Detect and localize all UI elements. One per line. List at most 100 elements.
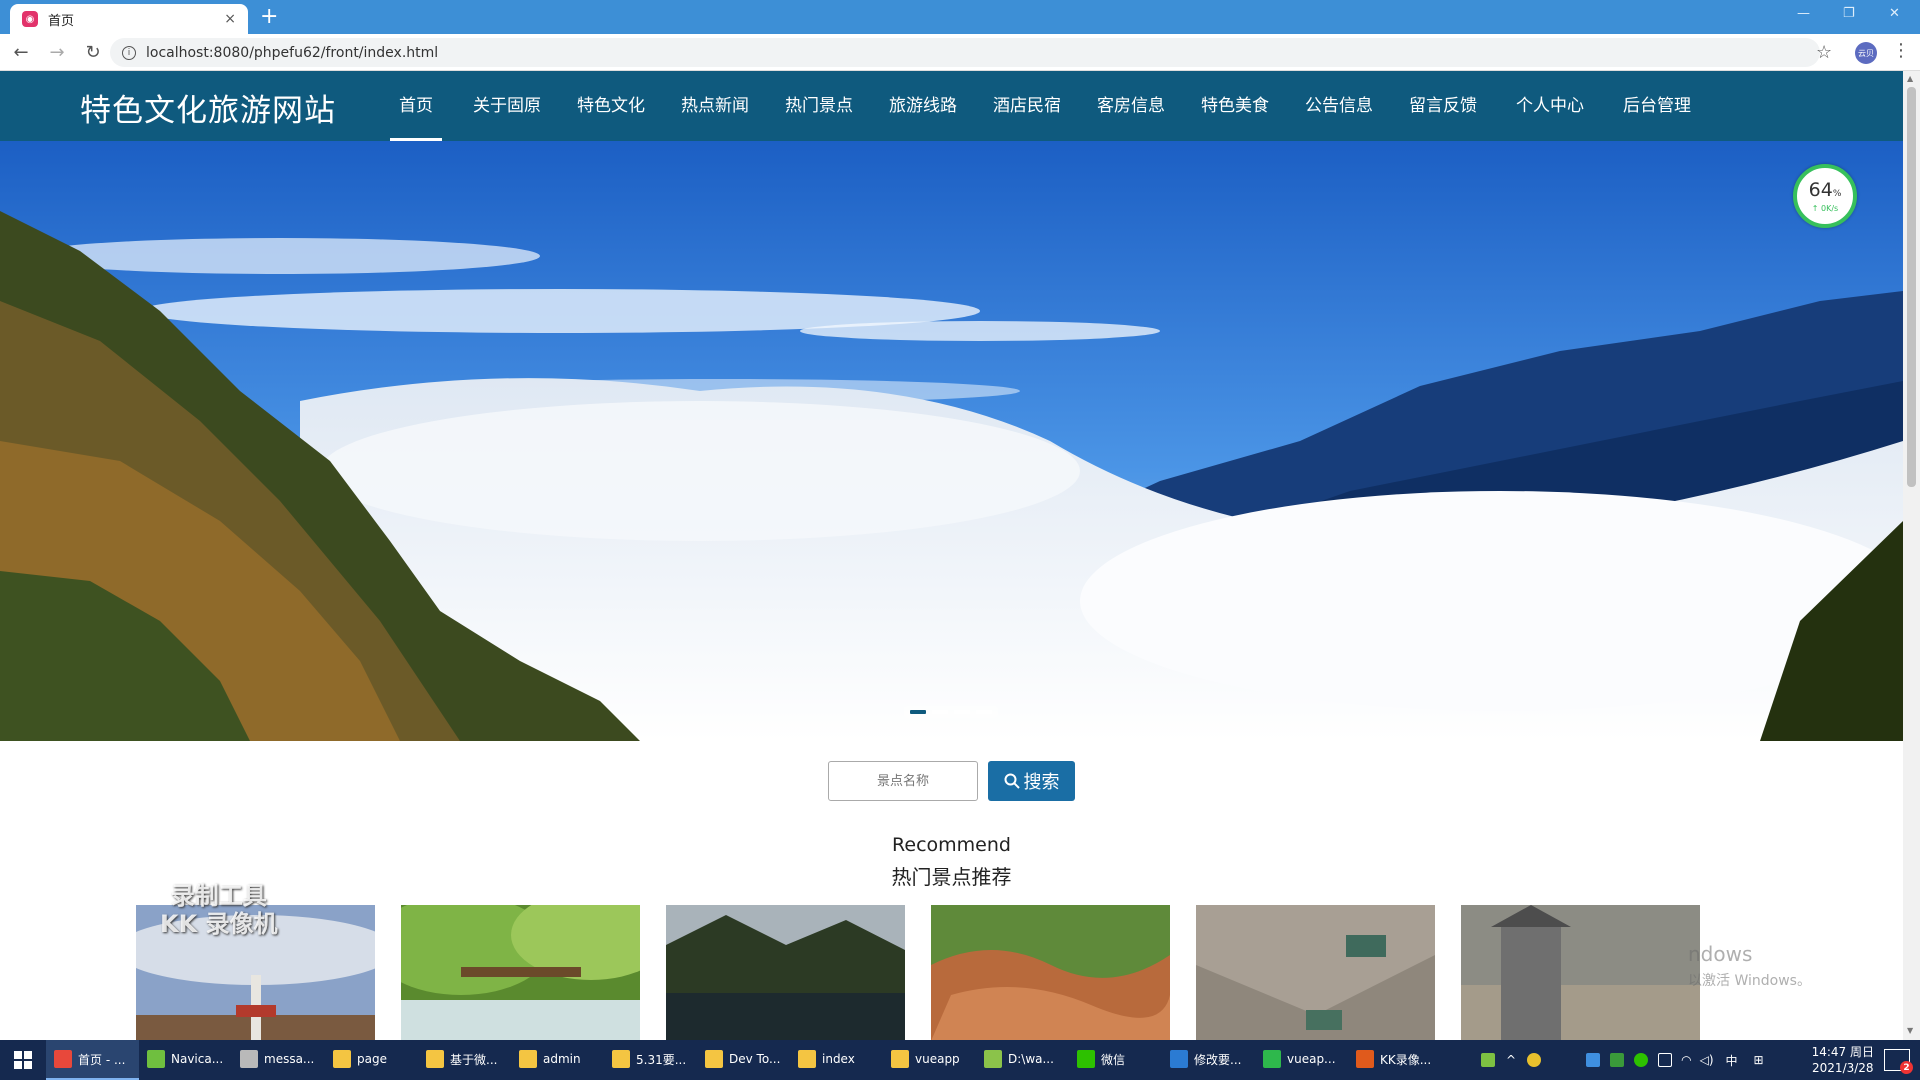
- taskbar-item[interactable]: index: [790, 1040, 883, 1080]
- search-button[interactable]: 搜索: [988, 761, 1075, 801]
- taskbar-item[interactable]: 基于微...: [418, 1040, 511, 1080]
- scroll-thumb[interactable]: [1907, 87, 1916, 487]
- battery-icon[interactable]: [1481, 1053, 1496, 1067]
- keyboard-icon[interactable]: ⊞: [1754, 1053, 1764, 1067]
- taskbar-item[interactable]: 修改要...: [1162, 1040, 1255, 1080]
- restore-button[interactable]: ❐: [1843, 6, 1855, 21]
- tray-app-icon[interactable]: [1610, 1053, 1625, 1067]
- folder-icon: [333, 1050, 351, 1068]
- taskbar-item[interactable]: KK录像...: [1348, 1040, 1441, 1080]
- taskbar-item[interactable]: 微信: [1069, 1040, 1162, 1080]
- nav-attractions[interactable]: 热门景点: [780, 71, 858, 141]
- taskbar-item-label: D:\wa...: [1008, 1052, 1054, 1066]
- banner-dot-2[interactable]: [932, 710, 948, 714]
- address-bar[interactable]: i localhost:8080/phpefu62/front/index.ht…: [110, 38, 1820, 67]
- new-tab-button[interactable]: +: [260, 5, 278, 29]
- attraction-image: [666, 905, 905, 1041]
- bookmark-star-icon[interactable]: ☆: [1816, 42, 1832, 63]
- attraction-card[interactable]: [401, 905, 640, 1041]
- taskbar-clock[interactable]: 14:47 周日 2021/3/28: [1812, 1044, 1874, 1076]
- banner-dot-3[interactable]: [954, 710, 970, 714]
- attraction-card[interactable]: [931, 905, 1170, 1041]
- browser-tab-strip: ◉ 首页 × + — ❐ ✕: [0, 0, 1920, 34]
- taskbar-item[interactable]: 首页 - ...: [46, 1040, 139, 1080]
- taskbar-item[interactable]: vueap...: [1255, 1040, 1348, 1080]
- chrome-icon: [54, 1050, 72, 1068]
- hero-banner-image[interactable]: [0, 141, 1903, 741]
- notification-center-icon[interactable]: 2: [1884, 1049, 1913, 1074]
- folder-icon: [891, 1050, 909, 1068]
- attraction-card[interactable]: [1461, 905, 1700, 1041]
- site-logo[interactable]: 特色文化旅游网站: [80, 85, 336, 130]
- nav-admin[interactable]: 后台管理: [1617, 71, 1697, 141]
- nav-about-guyuan[interactable]: 关于固原: [468, 71, 546, 141]
- taskbar-item[interactable]: page: [325, 1040, 418, 1080]
- taskbar-item-label: 基于微...: [450, 1052, 498, 1067]
- site-info-icon[interactable]: i: [122, 45, 136, 60]
- nav-feedback[interactable]: 留言反馈: [1404, 71, 1482, 141]
- taskbar-item[interactable]: D:\wa...: [976, 1040, 1069, 1080]
- banner-pagination: [904, 706, 998, 718]
- banner-dot-1[interactable]: [910, 710, 926, 714]
- nav-notices[interactable]: 公告信息: [1300, 71, 1378, 141]
- windows-activation-text: ndows: [1688, 942, 1753, 966]
- site-header: 特色文化旅游网站 首页 关于固原 特色文化 热点新闻 热门景点 旅游线路 酒店民…: [0, 71, 1903, 141]
- folder-icon: [519, 1050, 537, 1068]
- folder-icon: [426, 1050, 444, 1068]
- close-window-button[interactable]: ✕: [1889, 6, 1900, 21]
- recorder-watermark: 录制工具 KK 录像机: [160, 882, 278, 938]
- attraction-search-input[interactable]: [828, 761, 978, 801]
- taskbar-item[interactable]: 5.31要...: [604, 1040, 697, 1080]
- network-speed-widget[interactable]: 64% ↑ 0K/s: [1793, 164, 1857, 228]
- nav-rooms[interactable]: 客房信息: [1092, 71, 1170, 141]
- wechat-tray-icon[interactable]: [1634, 1053, 1649, 1067]
- tab-close-icon[interactable]: ×: [224, 11, 236, 27]
- taskbar-item[interactable]: messa...: [232, 1040, 325, 1080]
- display-icon[interactable]: [1658, 1053, 1673, 1067]
- vscode-icon: [1170, 1050, 1188, 1068]
- nav-user-center[interactable]: 个人中心: [1510, 71, 1590, 141]
- wifi-icon[interactable]: ◠: [1681, 1053, 1691, 1067]
- minimize-button[interactable]: —: [1797, 6, 1810, 21]
- taskbar-item-label: 修改要...: [1194, 1052, 1242, 1067]
- taskbar-item[interactable]: Navica...: [139, 1040, 232, 1080]
- profile-avatar[interactable]: 云贝: [1855, 42, 1877, 64]
- nav-home[interactable]: 首页: [390, 71, 442, 141]
- scroll-up-icon[interactable]: ▲: [1907, 74, 1913, 83]
- folder-icon: [798, 1050, 816, 1068]
- start-button[interactable]: [0, 1040, 46, 1080]
- taskbar-item-label: page: [357, 1052, 387, 1066]
- taskbar-item-label: index: [822, 1052, 855, 1066]
- tray-app-icon[interactable]: [1527, 1053, 1542, 1067]
- windows-taskbar: 首页 - ... Navica... messa... page 基于微... admin…: [0, 1040, 1920, 1080]
- recommend-title-cn: 热门景点推荐: [891, 865, 1012, 889]
- taskbar-item[interactable]: Dev To...: [697, 1040, 790, 1080]
- tray-expand-icon[interactable]: ^: [1506, 1053, 1516, 1067]
- ime-indicator[interactable]: 中: [1726, 1052, 1738, 1069]
- taskbar-item-label: 微信: [1101, 1052, 1126, 1067]
- site-favicon-icon: ◉: [22, 11, 38, 27]
- nav-hot-news[interactable]: 热点新闻: [676, 71, 754, 141]
- url-text: localhost:8080/phpefu62/front/index.html: [146, 44, 439, 61]
- reload-icon[interactable]: ↻: [78, 42, 108, 63]
- forward-arrow-icon[interactable]: →: [42, 42, 72, 63]
- nav-culture[interactable]: 特色文化: [572, 71, 650, 141]
- app-icon: [240, 1050, 258, 1068]
- taskbar-item[interactable]: admin: [511, 1040, 604, 1080]
- shield-icon[interactable]: [1586, 1053, 1601, 1067]
- back-arrow-icon[interactable]: ←: [6, 42, 36, 63]
- browser-menu-icon[interactable]: ⋮: [1892, 40, 1910, 61]
- banner-dot-4[interactable]: [976, 710, 992, 714]
- volume-icon[interactable]: ◁): [1700, 1053, 1714, 1067]
- scroll-down-icon[interactable]: ▼: [1907, 1026, 1913, 1035]
- nav-food[interactable]: 特色美食: [1196, 71, 1274, 141]
- nav-hotels[interactable]: 酒店民宿: [988, 71, 1066, 141]
- search-icon: [1004, 773, 1020, 789]
- attraction-card[interactable]: [1196, 905, 1435, 1041]
- page-scrollbar[interactable]: ▲ ▼: [1903, 71, 1920, 1040]
- taskbar-item-label: Navica...: [171, 1052, 224, 1066]
- nav-routes[interactable]: 旅游线路: [884, 71, 962, 141]
- taskbar-item[interactable]: vueapp: [883, 1040, 976, 1080]
- attraction-card[interactable]: [666, 905, 905, 1041]
- browser-tab[interactable]: ◉ 首页 ×: [10, 4, 248, 34]
